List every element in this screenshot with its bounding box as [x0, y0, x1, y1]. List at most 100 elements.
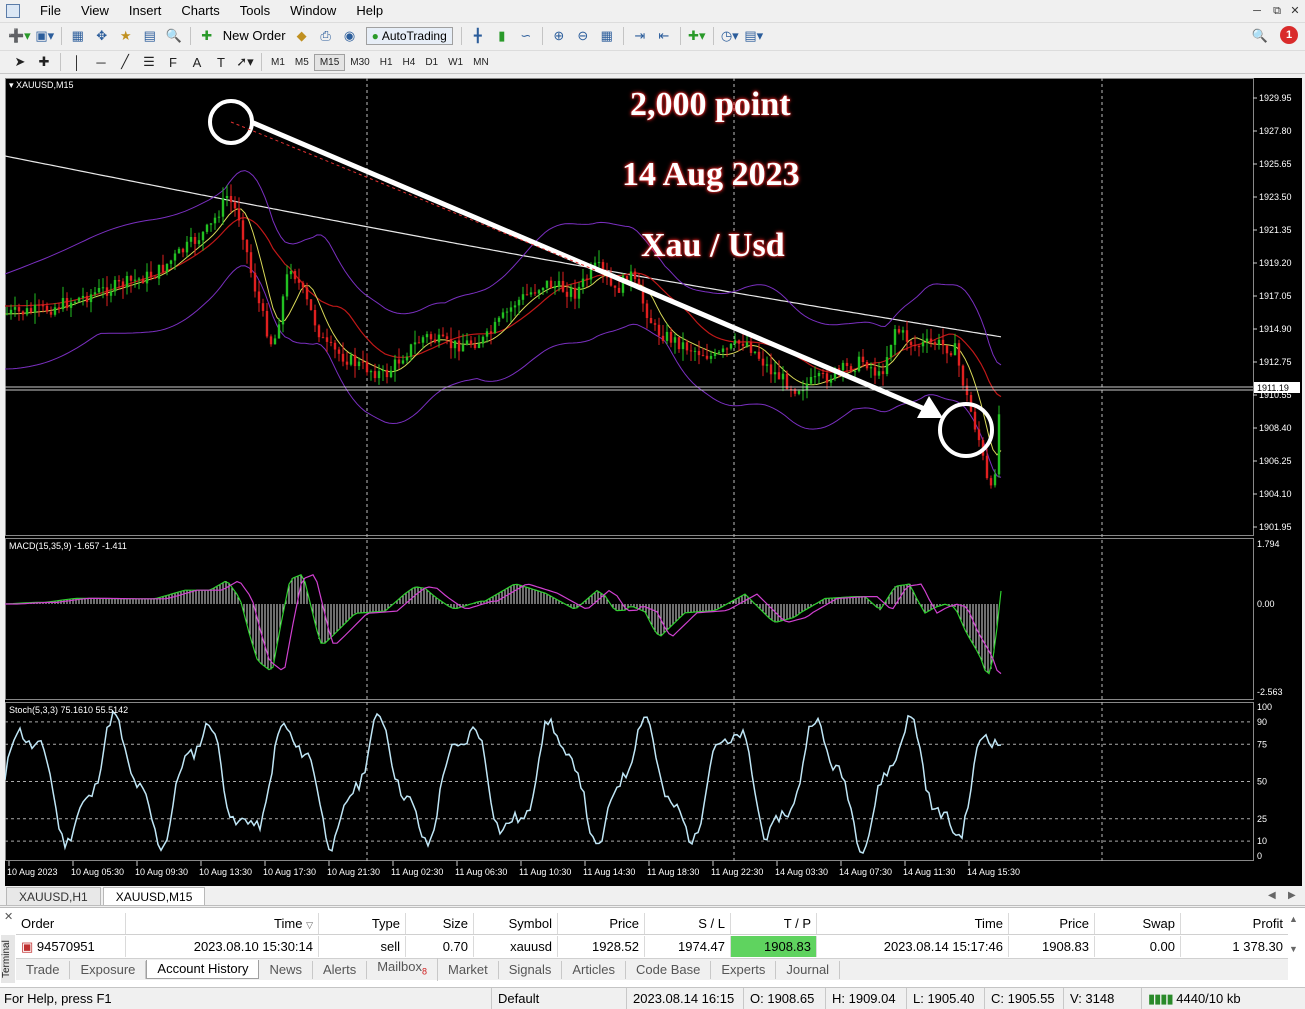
- tab-account-history[interactable]: Account History: [146, 960, 260, 979]
- new-chart-icon[interactable]: ➕▾: [8, 26, 31, 46]
- market-watch-icon[interactable]: ▦: [68, 26, 88, 46]
- strategy-tester-icon[interactable]: 🔍: [164, 26, 184, 46]
- tab-journal[interactable]: Journal: [776, 960, 841, 979]
- minimize-icon[interactable]: ─: [1248, 3, 1266, 19]
- notification-badge[interactable]: 1: [1280, 26, 1298, 44]
- trendline-icon[interactable]: ╱: [115, 52, 135, 72]
- data-window-icon[interactable]: ✥: [92, 26, 112, 46]
- col-price[interactable]: Price: [558, 913, 645, 934]
- tf-mn[interactable]: MN: [468, 55, 494, 70]
- tab-trade[interactable]: Trade: [16, 960, 71, 979]
- col-size[interactable]: Size: [406, 913, 474, 934]
- text-label-icon[interactable]: T: [211, 52, 231, 72]
- new-order-icon[interactable]: ✚: [197, 26, 217, 46]
- text-icon[interactable]: A: [187, 52, 207, 72]
- col-close-time[interactable]: Time: [817, 913, 1009, 934]
- tab-scroll-left-icon[interactable]: ◀: [1268, 890, 1276, 901]
- tab-exposure[interactable]: Exposure: [70, 960, 147, 979]
- autotrading-label: AutoTrading: [381, 28, 447, 43]
- new-order-button[interactable]: New Order: [219, 28, 290, 43]
- line-chart-icon[interactable]: ∽: [516, 26, 536, 46]
- menu-tools[interactable]: Tools: [230, 0, 280, 22]
- tab-signals[interactable]: Signals: [499, 960, 563, 979]
- price-chart[interactable]: 1929.95 1927.80 1925.65 1923.50 1921.35 1919.…: [5, 78, 1302, 886]
- templates-icon[interactable]: ▤▾: [744, 26, 764, 46]
- autoscroll-icon[interactable]: ⇥: [630, 26, 650, 46]
- tab-experts[interactable]: Experts: [711, 960, 777, 979]
- terminal-close-icon[interactable]: ✕: [4, 910, 13, 923]
- zoom-in-icon[interactable]: ⊕: [549, 26, 569, 46]
- menu-window[interactable]: Window: [280, 0, 346, 22]
- menu-view[interactable]: View: [71, 0, 119, 22]
- chart-shift-icon[interactable]: ⇤: [654, 26, 674, 46]
- tab-code-base[interactable]: Code Base: [626, 960, 712, 979]
- tf-m1[interactable]: M1: [266, 55, 290, 70]
- search-icon[interactable]: 🔍: [1250, 26, 1270, 46]
- col-swap[interactable]: Swap: [1095, 913, 1181, 934]
- col-type[interactable]: Type: [319, 913, 406, 934]
- fibonacci-icon[interactable]: F: [163, 52, 183, 72]
- scroll-down-icon[interactable]: ▼: [1289, 944, 1298, 954]
- print-icon[interactable]: ⎙: [316, 26, 336, 46]
- tab-xauusd-h1[interactable]: XAUUSD,H1: [6, 886, 101, 905]
- terminal-icon[interactable]: ▤: [140, 26, 160, 46]
- periods-icon[interactable]: ◷▾: [720, 26, 740, 46]
- tf-m30[interactable]: M30: [345, 55, 374, 70]
- status-profile[interactable]: Default: [491, 988, 539, 1009]
- menu-file[interactable]: File: [30, 0, 71, 22]
- candle-body: [509, 307, 513, 312]
- table-row[interactable]: ▣ 94570951 2023.08.10 15:30:14 sell 0.70…: [16, 936, 1288, 957]
- tab-market[interactable]: Market: [438, 960, 499, 979]
- col-order[interactable]: Order: [16, 913, 126, 934]
- tf-w1[interactable]: W1: [443, 55, 468, 70]
- tf-m5[interactable]: M5: [290, 55, 314, 70]
- signals-icon[interactable]: ◉: [340, 26, 360, 46]
- indicators-icon[interactable]: ✚▾: [687, 26, 707, 46]
- scroll-up-icon[interactable]: ▲: [1289, 914, 1298, 924]
- candle-body: [529, 292, 533, 295]
- col-sl[interactable]: S / L: [645, 913, 731, 934]
- tf-h4[interactable]: H4: [398, 55, 421, 70]
- autotrading-button[interactable]: ● AutoTrading: [365, 26, 453, 45]
- candle-body: [577, 286, 581, 299]
- col-tp[interactable]: T / P: [731, 913, 817, 934]
- tab-scroll-right-icon[interactable]: ▶: [1288, 890, 1296, 901]
- navigator-icon[interactable]: ★: [116, 26, 136, 46]
- col-profit[interactable]: Profit: [1181, 913, 1288, 934]
- menu-insert[interactable]: Insert: [119, 0, 172, 22]
- stoch-tick-label: 25: [1257, 814, 1267, 824]
- col-symbol[interactable]: Symbol: [474, 913, 558, 934]
- candlestick-icon[interactable]: ▮: [492, 26, 512, 46]
- close-icon[interactable]: ✕: [1286, 3, 1304, 19]
- candle-body: [481, 336, 485, 344]
- restore-icon[interactable]: ⧉: [1268, 3, 1286, 19]
- horizontal-line-icon[interactable]: ─: [91, 52, 111, 72]
- menu-charts[interactable]: Charts: [171, 0, 229, 22]
- tab-alerts[interactable]: Alerts: [313, 960, 368, 979]
- col-time[interactable]: Time ▽: [126, 913, 319, 934]
- equidistant-channel-icon[interactable]: ☰: [139, 52, 159, 72]
- candle-body: [109, 291, 113, 296]
- candle-body: [829, 379, 833, 383]
- candle-body: [385, 369, 389, 378]
- tf-m15[interactable]: M15: [313, 53, 346, 71]
- candle-body: [261, 303, 265, 311]
- tab-mailbox[interactable]: Mailbox8: [367, 958, 439, 981]
- tab-articles[interactable]: Articles: [562, 960, 627, 979]
- menu-help[interactable]: Help: [346, 0, 393, 22]
- tile-windows-icon[interactable]: ▦: [597, 26, 617, 46]
- tf-d1[interactable]: D1: [420, 55, 443, 70]
- arrows-icon[interactable]: ➚▾: [235, 52, 255, 72]
- bar-chart-icon[interactable]: ╋: [468, 26, 488, 46]
- crosshair-icon[interactable]: ✚: [34, 52, 54, 72]
- profiles-icon[interactable]: ▣▾: [35, 26, 55, 46]
- cursor-icon[interactable]: ➤: [10, 52, 30, 72]
- col-close-price[interactable]: Price: [1009, 913, 1095, 934]
- tf-h1[interactable]: H1: [375, 55, 398, 70]
- tab-news[interactable]: News: [259, 960, 313, 979]
- tab-xauusd-m15[interactable]: XAUUSD,M15: [102, 886, 206, 905]
- vertical-line-icon[interactable]: │: [67, 52, 87, 72]
- metaeditor-icon[interactable]: ◆: [292, 26, 312, 46]
- chart-window[interactable]: 1929.95 1927.80 1925.65 1923.50 1921.35 1919.…: [5, 78, 1302, 886]
- zoom-out-icon[interactable]: ⊖: [573, 26, 593, 46]
